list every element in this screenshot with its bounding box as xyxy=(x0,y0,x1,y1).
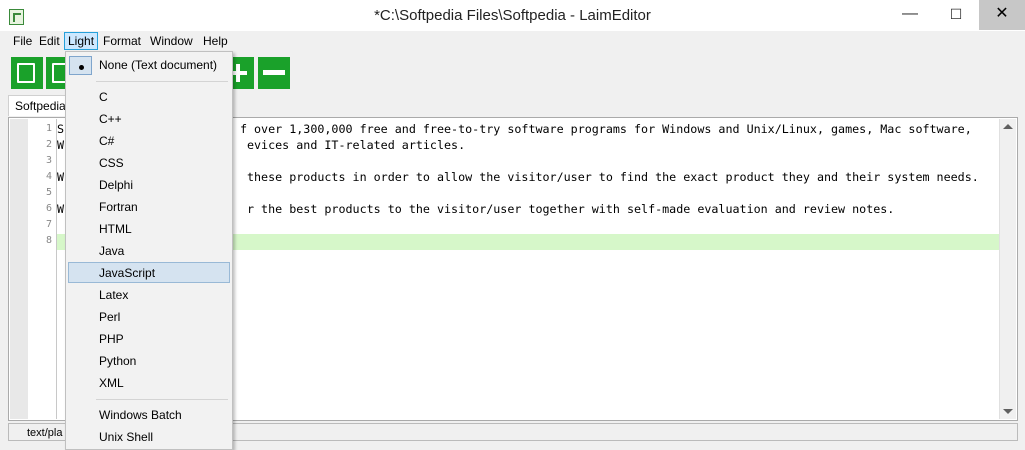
menu-option-delphi[interactable]: Delphi xyxy=(68,175,230,196)
menu-light[interactable]: Light xyxy=(64,32,99,50)
title-bar: *C:\Softpedia Files\Softpedia - LaimEdit… xyxy=(0,0,1025,31)
minimize-button[interactable]: — xyxy=(887,0,933,30)
menu-option-javascript[interactable]: JavaScript xyxy=(68,262,230,283)
line-number: 8 xyxy=(45,235,52,246)
menu-separator xyxy=(96,399,228,400)
menu-option-perl[interactable]: Perl xyxy=(68,307,230,328)
tab-softpedia[interactable]: Softpedia xyxy=(8,95,73,116)
menu-option-php[interactable]: PHP xyxy=(68,329,230,350)
menu-format[interactable]: Format xyxy=(100,33,144,49)
line-number: 1 xyxy=(45,123,52,134)
line-number: 3 xyxy=(45,155,52,166)
menu-option-python[interactable]: Python xyxy=(68,351,230,372)
menu-option-css[interactable]: CSS xyxy=(68,153,230,174)
radio-bullet-icon xyxy=(79,65,84,70)
close-button[interactable]: ✕ xyxy=(979,0,1025,30)
new-document-icon[interactable] xyxy=(11,57,43,89)
menu-option-unix-shell[interactable]: Unix Shell xyxy=(68,427,230,448)
menu-option-csharp[interactable]: C# xyxy=(68,131,230,152)
maximize-button[interactable]: ☐ xyxy=(933,0,979,30)
menu-file[interactable]: File xyxy=(10,33,35,49)
line-number-gutter: 1 2 3 4 5 6 7 8 xyxy=(28,119,57,419)
menu-separator xyxy=(96,81,228,82)
menu-bar: File Edit Light Format Window Help xyxy=(0,31,1025,51)
scroll-down-icon[interactable] xyxy=(1003,409,1013,414)
menu-edit[interactable]: Edit xyxy=(36,33,63,49)
remove-icon[interactable] xyxy=(258,57,290,89)
line-number: 5 xyxy=(45,187,52,198)
menu-option-windows-batch[interactable]: Windows Batch xyxy=(68,405,230,426)
fold-gutter xyxy=(10,119,28,419)
menu-option-fortran[interactable]: Fortran xyxy=(68,197,230,218)
selected-indicator xyxy=(69,56,92,75)
menu-window[interactable]: Window xyxy=(147,33,196,49)
line-number: 2 xyxy=(45,139,52,150)
line-number: 7 xyxy=(45,219,52,230)
menu-option-none[interactable]: None (Text document) xyxy=(68,55,230,76)
menu-help[interactable]: Help xyxy=(200,33,231,49)
window-title: *C:\Softpedia Files\Softpedia - LaimEdit… xyxy=(374,7,651,24)
menu-option-java[interactable]: Java xyxy=(68,241,230,262)
menu-option-xml[interactable]: XML xyxy=(68,373,230,394)
menu-option-latex[interactable]: Latex xyxy=(68,285,230,306)
vertical-scrollbar[interactable] xyxy=(999,119,1016,419)
menu-option-html[interactable]: HTML xyxy=(68,219,230,240)
light-dropdown-menu: None (Text document) C C++ C# CSS Delphi… xyxy=(65,51,233,450)
scroll-up-icon[interactable] xyxy=(1003,124,1013,129)
line-number: 4 xyxy=(45,171,52,182)
line-number: 6 xyxy=(45,203,52,214)
menu-option-c[interactable]: C xyxy=(68,87,230,108)
menu-option-cpp[interactable]: C++ xyxy=(68,109,230,130)
status-mime-type: text/pla xyxy=(27,427,63,439)
